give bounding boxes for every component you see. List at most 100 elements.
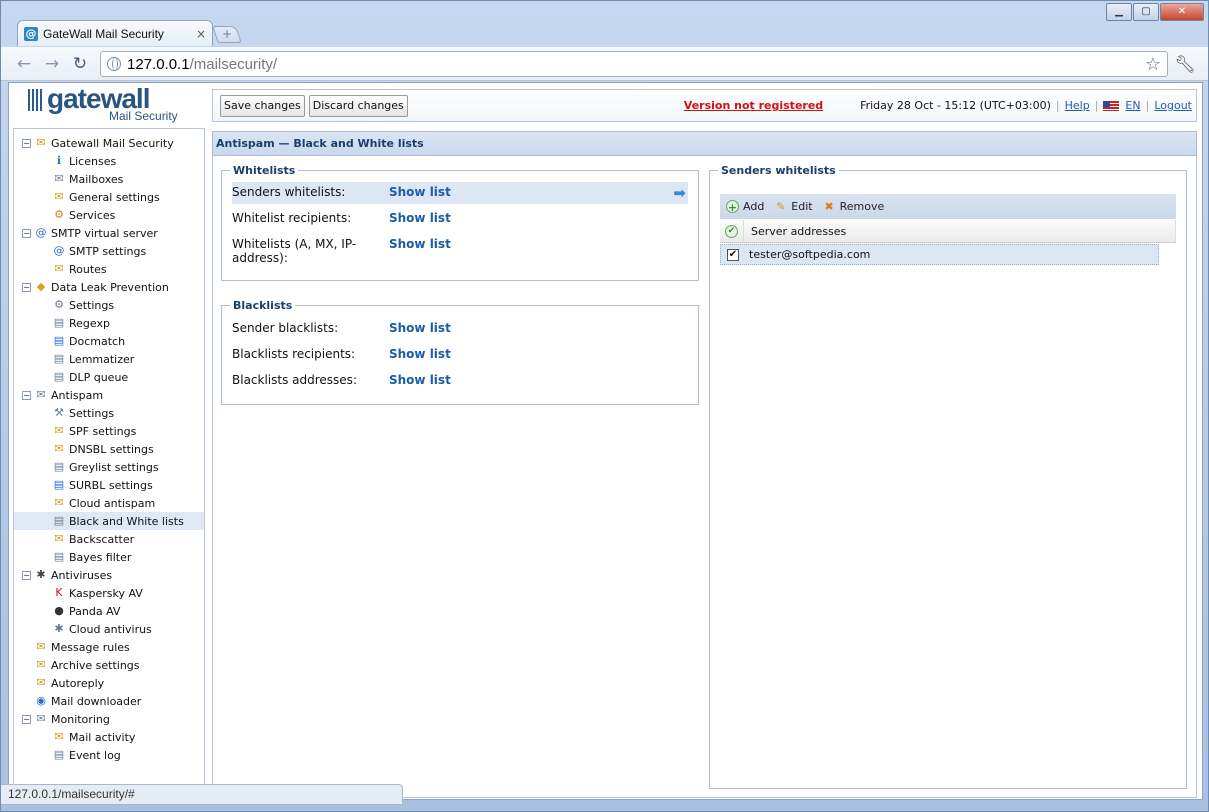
sidebar-item[interactable]: ▤ Regexp bbox=[14, 314, 204, 332]
page-viewport: gatewall Mail Security Save changes Disc… bbox=[8, 82, 1203, 800]
routes-icon: ✉ bbox=[54, 262, 64, 275]
collapse-toggle-icon[interactable]: − bbox=[22, 390, 31, 400]
discard-changes-button[interactable]: Discard changes bbox=[308, 94, 408, 117]
collapse-toggle-icon[interactable]: − bbox=[22, 570, 31, 580]
sidebar-item[interactable]: ⚙ Services bbox=[14, 206, 204, 224]
sidebar-item[interactable]: ⚙ Settings bbox=[14, 296, 204, 314]
show-list-link[interactable]: Show list bbox=[389, 370, 451, 387]
sidebar-item[interactable]: − @ SMTP virtual server bbox=[14, 224, 204, 242]
sidebar-item-label: Services bbox=[69, 208, 116, 222]
sidebar-item[interactable]: ▤ Black and White lists bbox=[14, 512, 204, 530]
sidebar-item[interactable]: ✉ Cloud antispam bbox=[14, 494, 204, 512]
sidebar-item[interactable]: − ✱ Antiviruses bbox=[14, 566, 204, 584]
row-checkbox[interactable]: ✔ bbox=[727, 248, 739, 261]
back-arrow-icon[interactable]: ← bbox=[13, 53, 35, 75]
show-list-link[interactable]: Show list bbox=[389, 344, 451, 361]
forward-arrow-icon[interactable]: → bbox=[41, 53, 63, 75]
remove-button[interactable]: ✖ Remove bbox=[823, 200, 885, 213]
sidebar-item[interactable]: @ SMTP settings bbox=[14, 242, 204, 260]
us-flag-icon bbox=[1103, 100, 1120, 111]
sidebar-item[interactable]: ▤ Bayes filter bbox=[14, 548, 204, 566]
show-list-link[interactable]: Show list bbox=[389, 318, 451, 335]
sidebar-item[interactable]: ▤ SURBL settings bbox=[14, 476, 204, 494]
save-changes-button[interactable]: Save changes bbox=[220, 94, 305, 117]
sidebar-item[interactable]: ▤ Docmatch bbox=[14, 332, 204, 350]
browser-window: @ GateWall Mail Security × + ▁ ▢ ✕ ← → ↻… bbox=[0, 0, 1209, 812]
sidebar-item[interactable]: K Kaspersky AV bbox=[14, 584, 204, 602]
new-tab-button[interactable]: + bbox=[212, 26, 242, 43]
sidebar-item[interactable]: ✉ Backscatter bbox=[14, 530, 204, 548]
close-window-button[interactable]: ✕ bbox=[1160, 3, 1204, 21]
sidebar-item[interactable]: ▤ Greylist settings bbox=[14, 458, 204, 476]
blacklists-title: Blacklists bbox=[233, 299, 293, 312]
right-arrow-icon: ➡ bbox=[673, 184, 686, 202]
archive-icon: ✉ bbox=[36, 658, 46, 671]
sender-blacklists-row[interactable]: Sender blacklists: Show list bbox=[232, 318, 688, 340]
column-server-addresses[interactable]: Server addresses bbox=[744, 220, 1176, 242]
whitelist-recipients-row[interactable]: Whitelist recipients: Show list bbox=[232, 208, 688, 230]
gatewall-icon: ✉ bbox=[36, 136, 46, 149]
address-bar[interactable]: 127.0.0.1 /mailsecurity/ ☆ bbox=[100, 51, 1168, 77]
sidebar-item[interactable]: ● Panda AV bbox=[14, 602, 204, 620]
bookmark-star-icon[interactable]: ☆ bbox=[1145, 54, 1161, 75]
edit-button[interactable]: ✎ Edit bbox=[774, 200, 812, 213]
show-list-link[interactable]: Show list bbox=[389, 234, 451, 251]
sidebar-item[interactable]: ⚒ Settings bbox=[14, 404, 204, 422]
sidebar-item[interactable]: ▤ Event log bbox=[14, 746, 204, 764]
blacklists-addresses-row[interactable]: Blacklists addresses: Show list bbox=[232, 370, 688, 392]
sidebar-item[interactable]: −◉Mail downloader bbox=[14, 692, 204, 710]
sidebar-item[interactable]: −✉Message rules bbox=[14, 638, 204, 656]
whitelist-addresses-row[interactable]: Whitelists (A, MX, IP-address): Show lis… bbox=[232, 234, 688, 268]
reload-icon[interactable]: ↻ bbox=[69, 53, 91, 75]
sidebar-item[interactable]: − ✉ Monitoring bbox=[14, 710, 204, 728]
select-all-checkbox[interactable]: ✔ bbox=[720, 220, 744, 242]
sidebar-item[interactable]: − ✉ Gatewall Mail Security bbox=[14, 134, 204, 152]
wrench-icon[interactable]: 🔧︎ bbox=[1174, 55, 1196, 75]
lemmatizer-icon: ▤ bbox=[53, 352, 65, 365]
show-list-link[interactable]: Show list bbox=[389, 182, 451, 199]
close-tab-icon[interactable]: × bbox=[196, 27, 206, 41]
sidebar-item-label: Cloud antispam bbox=[69, 496, 156, 510]
smtp-icon: @ bbox=[35, 226, 47, 239]
sidebar-item[interactable]: −✉Archive settings bbox=[14, 656, 204, 674]
sidebar-item[interactable]: −✉Autoreply bbox=[14, 674, 204, 692]
show-list-link[interactable]: Show list bbox=[389, 208, 451, 225]
sidebar-item-label: Gatewall Mail Security bbox=[51, 136, 174, 150]
info-icon: ℹ bbox=[56, 154, 62, 167]
collapse-toggle-icon[interactable]: − bbox=[22, 282, 31, 292]
logout-link[interactable]: Logout bbox=[1154, 99, 1192, 112]
blacklists-recipients-row[interactable]: Blacklists recipients: Show list bbox=[232, 344, 688, 366]
sidebar-item[interactable]: − ✉ Antispam bbox=[14, 386, 204, 404]
senders-whitelists-row[interactable]: Senders whitelists: Show list ➡ bbox=[232, 182, 688, 204]
collapse-toggle-icon[interactable]: − bbox=[22, 228, 31, 238]
maximize-button[interactable]: ▢ bbox=[1133, 3, 1159, 21]
collapse-toggle-icon[interactable]: − bbox=[22, 714, 31, 724]
browser-tab[interactable]: @ GateWall Mail Security × bbox=[17, 20, 213, 46]
add-button[interactable]: + Add bbox=[726, 200, 764, 214]
sidebar-item[interactable]: ✉ General settings bbox=[14, 188, 204, 206]
minimize-button[interactable]: ▁ bbox=[1106, 3, 1132, 21]
sidebar-item[interactable]: ✉ Routes bbox=[14, 260, 204, 278]
sidebar-item[interactable]: ✉ Mail activity bbox=[14, 728, 204, 746]
collapse-toggle-icon[interactable]: − bbox=[22, 138, 31, 148]
greylist-icon: ▤ bbox=[53, 460, 65, 473]
content-area: Whitelists Senders whitelists: Show list… bbox=[212, 156, 1197, 798]
language-link[interactable]: EN bbox=[1125, 99, 1140, 112]
sidebar-item[interactable]: ▤ Lemmatizer bbox=[14, 350, 204, 368]
message-rules-icon: ✉ bbox=[36, 640, 46, 653]
sidebar-item[interactable]: ✉ Mailboxes bbox=[14, 170, 204, 188]
sidebar-item-label: General settings bbox=[69, 190, 160, 204]
sidebar-item[interactable]: − ◆ Data Leak Prevention bbox=[14, 278, 204, 296]
sidebar-item[interactable]: ℹ Licenses bbox=[14, 152, 204, 170]
sidebar-item-label: Panda AV bbox=[69, 604, 121, 618]
sidebar-item-label: SMTP virtual server bbox=[51, 226, 158, 240]
sidebar-item[interactable]: ✱ Cloud antivirus bbox=[14, 620, 204, 638]
bayes-icon: ▤ bbox=[53, 550, 65, 563]
sidebar-item[interactable]: ✉ DNSBL settings bbox=[14, 440, 204, 458]
sidebar-item-label: DNSBL settings bbox=[69, 442, 154, 456]
table-row[interactable]: ✔ tester@softpedia.com bbox=[720, 244, 1159, 265]
sidebar-item[interactable]: ▤ DLP queue bbox=[14, 368, 204, 386]
sidebar-item[interactable]: ✉ SPF settings bbox=[14, 422, 204, 440]
help-link[interactable]: Help bbox=[1065, 99, 1090, 112]
version-not-registered-link[interactable]: Version not registered bbox=[684, 99, 823, 112]
